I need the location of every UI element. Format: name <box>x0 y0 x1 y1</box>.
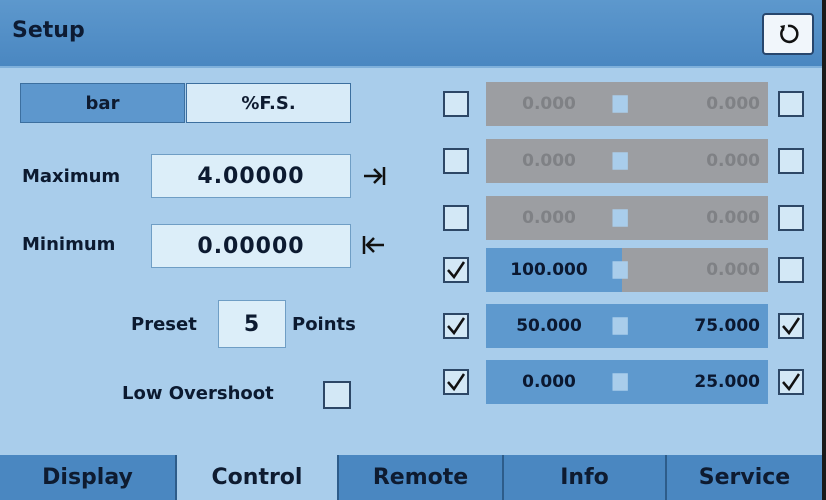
point-6-right-checkbox[interactable] <box>778 369 804 395</box>
point-5-right-checkbox[interactable] <box>778 313 804 339</box>
point-3-left-value[interactable]: 0.000 <box>486 196 622 240</box>
point-2-right-checkbox[interactable] <box>778 148 804 174</box>
tab-bar: Display Control Remote Info Service <box>0 455 822 500</box>
arrow-to-min-icon[interactable] <box>359 232 387 258</box>
minimum-field[interactable]: 0.00000 <box>151 224 351 268</box>
point-3-right-checkbox[interactable] <box>778 205 804 231</box>
low-overshoot-label: Low Overshoot <box>122 383 274 404</box>
point-5-left-checkbox[interactable] <box>443 313 469 339</box>
refresh-button[interactable] <box>762 13 814 55</box>
tab-remote[interactable]: Remote <box>339 455 504 500</box>
point-6-left-value[interactable]: 0.000 <box>486 360 622 404</box>
point-1-left-checkbox[interactable] <box>443 91 469 117</box>
setup-screen: Setup bar %F.S. Maximum 4.00000 Minimum … <box>0 0 826 500</box>
point-1-right-value[interactable]: 0.000 <box>622 82 768 126</box>
tab-control[interactable]: Control <box>177 455 339 500</box>
point-2-left-value[interactable]: 0.000 <box>486 139 622 183</box>
point-1-right-checkbox[interactable] <box>778 91 804 117</box>
point-2-right-value[interactable]: 0.000 <box>622 139 768 183</box>
unit-percent-fs-button[interactable]: %F.S. <box>186 83 351 123</box>
point-4-right-checkbox[interactable] <box>778 257 804 283</box>
point-3-right-value[interactable]: 0.000 <box>622 196 768 240</box>
title-bar: Setup <box>0 0 822 68</box>
refresh-icon <box>780 24 799 44</box>
maximum-label: Maximum <box>22 166 121 187</box>
point-2-left-checkbox[interactable] <box>443 148 469 174</box>
point-6-left-checkbox[interactable] <box>443 369 469 395</box>
point-5-right-value[interactable]: 75.000 <box>622 304 768 348</box>
point-4-left-checkbox[interactable] <box>443 257 469 283</box>
point-4-right-value[interactable]: 0.000 <box>622 248 768 292</box>
arrow-to-max-icon[interactable] <box>361 163 389 189</box>
minimum-label: Minimum <box>22 234 116 255</box>
unit-bar-button[interactable]: bar <box>20 83 185 123</box>
points-label: Points <box>292 314 356 335</box>
preset-label: Preset <box>131 314 197 335</box>
tab-display[interactable]: Display <box>0 455 177 500</box>
maximum-field[interactable]: 4.00000 <box>151 154 351 198</box>
point-3-left-checkbox[interactable] <box>443 205 469 231</box>
tab-info[interactable]: Info <box>504 455 667 500</box>
page-title: Setup <box>12 18 85 43</box>
preset-points-field[interactable]: 5 <box>218 300 286 348</box>
point-5-left-value[interactable]: 50.000 <box>486 304 622 348</box>
point-6-right-value[interactable]: 25.000 <box>622 360 768 404</box>
tab-service[interactable]: Service <box>667 455 822 500</box>
low-overshoot-checkbox[interactable] <box>323 381 351 409</box>
point-4-left-value[interactable]: 100.000 <box>486 248 622 292</box>
point-1-left-value[interactable]: 0.000 <box>486 82 622 126</box>
